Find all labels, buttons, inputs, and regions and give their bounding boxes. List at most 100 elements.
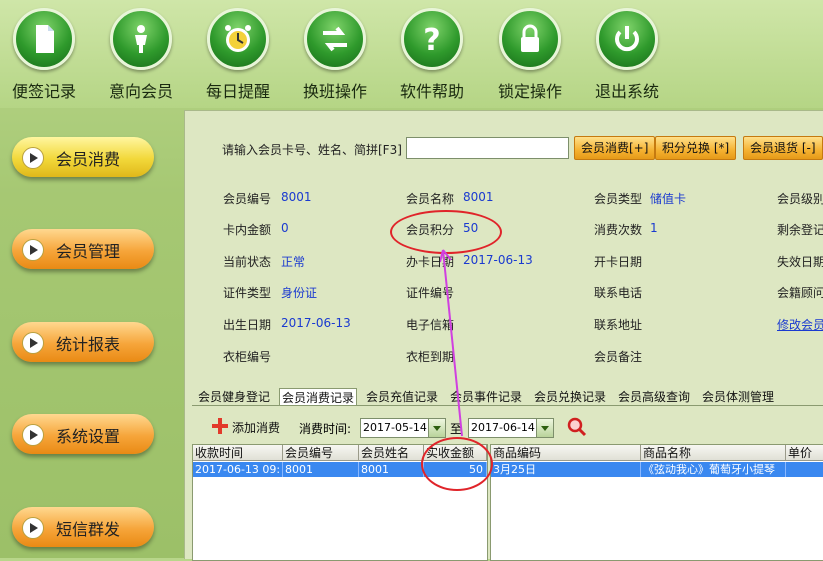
date-from-select[interactable]: 2017-05-14 [360,418,446,438]
top-toolbar: 便签记录 意向会员 每日提醒 换班操作 ? 软件帮助 锁定操作 退出系统 [0,0,823,108]
play-icon [22,147,44,169]
birth-date-value: 2017-06-13 [281,316,351,330]
tab-recharge-records[interactable]: 会员充值记录 [366,388,438,406]
column-header[interactable]: 收款时间 [193,445,283,461]
field-label: 剩余登记 [777,223,823,237]
date-to-select[interactable]: 2017-06-14 [468,418,554,438]
nav-sms[interactable]: 短信群发 [12,507,154,547]
column-header[interactable]: 会员编号 [283,445,359,461]
record-tabs: 会员健身登记 会员消费记录 会员充值记录 会员事件记录 会员兑换记录 会员高级查… [195,388,823,407]
toolbar-label: 每日提醒 [205,82,270,101]
toolbar-button-exit[interactable]: 退出系统 [582,8,672,102]
search-label: 请输入会员卡号、姓名、简拼[F3] [222,143,402,157]
svg-text:?: ? [423,23,440,57]
field-label: 开卡日期 [594,255,643,269]
play-icon [22,239,44,261]
date-to-value: 2017-06-14 [471,421,535,434]
consume-time-label: 消费时间: [299,422,352,436]
nav-label: 短信群发 [56,520,121,539]
search-input[interactable] [406,137,569,159]
field-label: 会员编号 [223,192,272,206]
table-cell[interactable] [786,462,823,477]
points-redeem-button[interactable]: 积分兑换 [*] [655,136,737,160]
field-label: 会员名称 [406,192,455,206]
question-icon: ? [401,8,463,70]
toolbar-button-notes[interactable]: 便签记录 [0,8,89,102]
nav-reports[interactable]: 统计报表 [12,322,154,362]
nav-label: 会员消费 [56,150,121,169]
annotation-arrow [440,249,463,437]
status-value: 正常 [281,255,306,269]
field-label: 卡内金额 [223,223,272,237]
document-icon [13,8,75,70]
member-id-value: 8001 [281,190,312,204]
nav-member-manage[interactable]: 会员管理 [12,229,154,269]
member-return-button[interactable]: 会员退货 [-] [743,136,823,160]
search-icon[interactable] [566,416,588,438]
tab-redeem-records[interactable]: 会员兑换记录 [534,388,606,406]
consume-records-area: 添加消费 消费时间: 2017-05-14 至 2017-06-14 收款时间 … [192,405,823,561]
person-icon [110,8,172,70]
search-row: 请输入会员卡号、姓名、简拼[F3] 会员消费[+] 积分兑换 [*] 会员退货 … [222,136,823,161]
plus-icon [212,418,228,434]
tab-advanced-query[interactable]: 会员高级查询 [618,388,690,406]
member-consume-button[interactable]: 会员消费[+] [574,136,656,160]
toolbar-label: 退出系统 [594,82,659,101]
nav-label: 统计报表 [56,335,121,354]
toolbar-button-lock[interactable]: 锁定操作 [485,8,575,102]
column-header[interactable]: 单价 [786,445,823,461]
edit-member-link[interactable]: 修改会员 [777,316,823,333]
field-label: 联系电话 [594,286,643,300]
field-label: 联系地址 [594,318,643,332]
nav-member-consume[interactable]: 会员消费 [12,137,154,177]
product-grid: 商品编码 商品名称 单价 3月25日 《弦动我心》葡萄牙小提琴 [490,444,823,561]
nav-label: 会员管理 [56,242,121,261]
lock-icon [499,8,561,70]
table-cell[interactable]: 2017-06-13 09: [193,462,283,477]
toolbar-label: 换班操作 [302,82,367,101]
field-label: 证件类型 [223,286,272,300]
chevron-down-icon[interactable] [536,419,553,437]
field-label: 失效日期 [777,255,823,269]
field-label: 出生日期 [223,318,272,332]
nav-label: 系统设置 [56,427,121,446]
field-label: 会员级别 [777,192,823,206]
play-icon [22,424,44,446]
member-name-value: 8001 [463,190,494,204]
toolbar-label: 便签记录 [11,82,76,101]
field-label: 会员类型 [594,192,643,206]
table-cell[interactable]: 《弦动我心》葡萄牙小提琴 [641,462,786,477]
id-type-value: 身份证 [281,286,318,300]
field-label: 当前状态 [223,255,272,269]
column-header[interactable]: 商品名称 [641,445,786,461]
field-label: 会籍顾问 [777,286,823,300]
play-icon [22,332,44,354]
column-header[interactable]: 会员姓名 [359,445,424,461]
table-cell[interactable]: 3月25日 [491,462,641,477]
consume-count-value: 1 [650,221,658,235]
swap-arrows-icon [304,8,366,70]
toolbar-label: 软件帮助 [399,82,464,101]
toolbar-label: 锁定操作 [497,82,562,101]
date-from-value: 2017-05-14 [363,421,427,434]
power-icon [596,8,658,70]
alarm-clock-icon [207,8,269,70]
toolbar-button-prospects[interactable]: 意向会员 [96,8,186,102]
table-cell[interactable]: 8001 [359,462,424,477]
tab-fitness-checkin[interactable]: 会员健身登记 [198,388,270,406]
nav-settings[interactable]: 系统设置 [12,414,154,454]
column-header[interactable]: 商品编码 [491,445,641,461]
table-cell[interactable]: 8001 [283,462,359,477]
card-balance-value: 0 [281,221,289,235]
toolbar-label: 意向会员 [108,82,173,101]
toolbar-button-shift[interactable]: 换班操作 [290,8,380,102]
member-type-value: 储值卡 [650,192,687,206]
toolbar-button-reminders[interactable]: 每日提醒 [193,8,283,102]
play-icon [22,517,44,539]
field-label: 消费次数 [594,223,643,237]
toolbar-button-help[interactable]: ? 软件帮助 [387,8,477,102]
card-date-value: 2017-06-13 [463,253,533,267]
tab-body-test[interactable]: 会员体测管理 [702,388,774,406]
field-label: 衣柜编号 [223,350,272,364]
add-consume-label: 添加消费 [232,421,281,435]
